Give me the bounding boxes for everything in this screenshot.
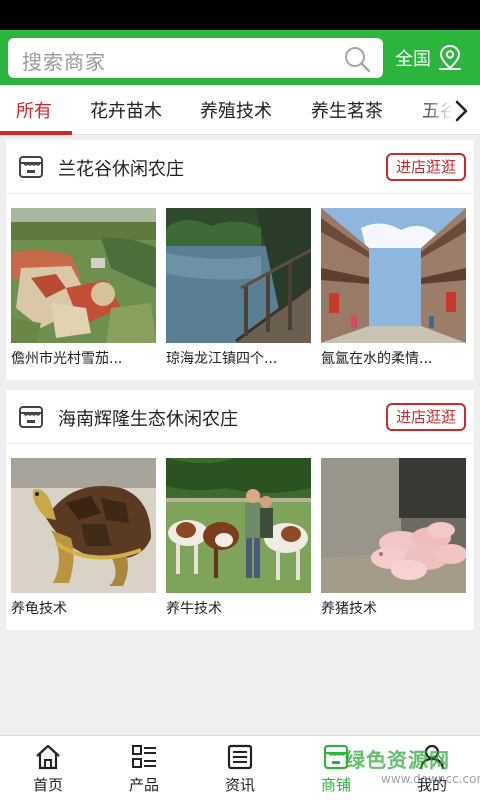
shop-card-header[interactable]: 兰花谷休闲农庄 进店逛逛	[6, 140, 474, 194]
product-title: 儋州市光村雪茄...	[11, 351, 123, 367]
search-placeholder: 搜索商家	[22, 50, 106, 74]
product-item[interactable]: 养猪技术	[321, 458, 466, 618]
tab-health-tea[interactable]: 养生茗茶	[311, 97, 383, 123]
shop-icon	[19, 406, 43, 428]
chevron-right-icon[interactable]	[452, 99, 470, 123]
nav-home-label: 首页	[32, 776, 63, 794]
category-tabs: 所有 花卉苗木 养殖技术 养生茗茶 五谷	[0, 85, 480, 135]
nav-products[interactable]: 产品	[96, 736, 192, 800]
shop-name: 海南辉隆生态休闲农庄	[58, 409, 238, 430]
nav-mine[interactable]: 我的	[384, 736, 480, 800]
product-title: 养牛技术	[166, 601, 222, 617]
region-selector[interactable]: 全国	[395, 43, 463, 73]
product-item[interactable]: 氤氲在水的柔情...	[321, 208, 466, 368]
nav-shops-label: 商铺	[320, 776, 351, 794]
cattle-photo	[166, 458, 311, 593]
nav-news-label: 资讯	[224, 776, 255, 794]
product-item[interactable]: 琼海龙江镇四个...	[166, 208, 311, 368]
visit-shop-button[interactable]: 进店逛逛	[386, 403, 466, 431]
user-icon	[419, 744, 445, 770]
shop-card: 兰花谷休闲农庄 进店逛逛 儋州市光村雪茄... 琼海龙江镇四个... 氤氲在水的…	[6, 140, 474, 380]
lake-boardwalk-photo	[166, 208, 311, 343]
bottom-nav: 首页 产品 资讯 商铺 我的	[0, 735, 480, 800]
search-input[interactable]: 搜索商家	[8, 38, 383, 78]
piglets-photo	[321, 458, 466, 593]
shop-icon	[19, 156, 43, 178]
status-bar	[0, 0, 480, 30]
list-icon	[132, 745, 156, 768]
active-tab-indicator	[0, 131, 72, 135]
nav-products-label: 产品	[128, 776, 159, 794]
nav-shops[interactable]: 商铺	[288, 736, 384, 800]
search-icon[interactable]	[343, 45, 371, 73]
product-item[interactable]: 儋州市光村雪茄...	[11, 208, 156, 368]
nav-mine-label: 我的	[416, 776, 447, 794]
product-title: 养龟技术	[11, 601, 67, 617]
tab-all[interactable]: 所有	[16, 97, 52, 123]
old-street-photo	[321, 208, 466, 343]
nav-home[interactable]: 首页	[0, 736, 96, 800]
product-item[interactable]: 养龟技术	[11, 458, 156, 618]
product-title: 养猪技术	[321, 601, 377, 617]
tabs-fade	[420, 85, 480, 134]
resort-aerial-photo	[11, 208, 156, 343]
product-title: 氤氲在水的柔情...	[321, 351, 433, 367]
region-label: 全国	[395, 49, 431, 70]
shop-icon	[323, 744, 349, 770]
visit-shop-button[interactable]: 进店逛逛	[386, 153, 466, 181]
nav-news[interactable]: 资讯	[192, 736, 288, 800]
product-title: 琼海龙江镇四个...	[166, 351, 278, 367]
tab-breeding-tech[interactable]: 养殖技术	[200, 97, 272, 123]
home-icon	[36, 744, 60, 770]
news-icon	[227, 744, 253, 770]
turtle-photo	[11, 458, 156, 593]
shop-card: 海南辉隆生态休闲农庄 进店逛逛 养龟技术 养牛技术 养猪技术	[6, 390, 474, 630]
shop-card-header[interactable]: 海南辉隆生态休闲农庄 进店逛逛	[6, 390, 474, 444]
location-pin-icon	[439, 44, 461, 70]
product-item[interactable]: 养牛技术	[166, 458, 311, 618]
shop-name: 兰花谷休闲农庄	[58, 159, 184, 180]
tab-flowers-seedlings[interactable]: 花卉苗木	[90, 97, 162, 123]
top-bar: 搜索商家 全国	[0, 30, 480, 85]
